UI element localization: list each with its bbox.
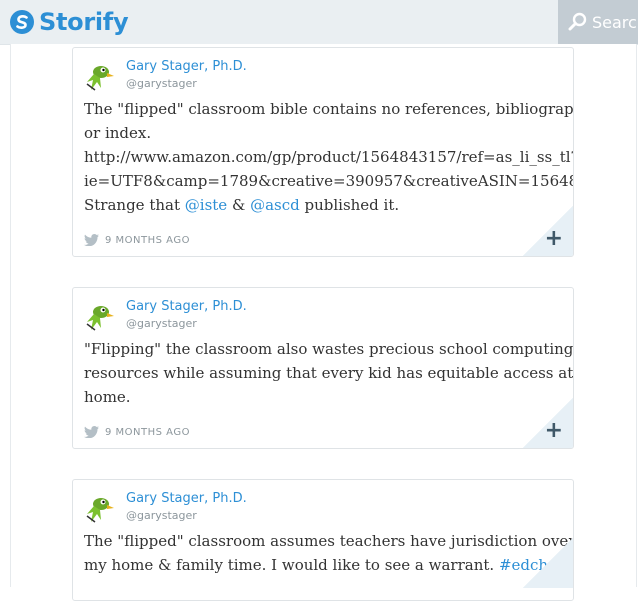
author-handle[interactable]: @garystager — [126, 317, 197, 330]
avatar[interactable] — [81, 492, 115, 526]
tweet-text-fragment: published it. — [299, 196, 400, 214]
mention-link[interactable]: @ascd — [250, 196, 300, 214]
search-label: Search — [592, 12, 638, 32]
storify-logo-icon — [10, 10, 34, 34]
logo-text: Storify — [39, 8, 129, 36]
timestamp[interactable]: 9 MONTHS AGO — [105, 235, 190, 246]
author-name[interactable]: Gary Stager, Ph.D. — [126, 299, 247, 314]
tweet-text: The "flipped" classroom bible contains n… — [84, 97, 574, 217]
author-name[interactable]: Gary Stager, Ph.D. — [126, 491, 247, 506]
tweet-text-line: or index. — [84, 124, 152, 142]
add-to-story-button[interactable]: + — [545, 420, 563, 442]
tweet-text-fragment: my home & family time. I would like to s… — [84, 556, 499, 574]
tweet-text-line: home. — [84, 388, 131, 406]
tweet-text-line: The "flipped" classroom bible contains n… — [84, 100, 574, 118]
tweet-text: "Flipping" the classroom also wastes pre… — [84, 337, 574, 409]
tweet-link-line[interactable]: ie=UTF8&camp=1789&creative=390957&creati… — [84, 169, 573, 193]
avatar[interactable] — [81, 300, 115, 334]
avatar[interactable] — [81, 60, 115, 94]
add-to-story-button[interactable]: + — [545, 228, 563, 250]
tweet-meta: 9 MONTHS AGO — [84, 426, 190, 438]
tweet-card: Gary Stager, Ph.D. @garystager The "flip… — [72, 479, 574, 601]
timestamp[interactable]: 9 MONTHS AGO — [105, 427, 190, 438]
tweet-text: The "flipped" classroom assumes teachers… — [84, 529, 574, 577]
author-name[interactable]: Gary Stager, Ph.D. — [126, 59, 247, 74]
author-handle[interactable]: @garystager — [126, 509, 197, 522]
top-bar: Storify Search — [0, 0, 638, 45]
storify-logo[interactable]: Storify — [9, 8, 129, 36]
tweet-text-fragment: Strange that — [84, 196, 185, 214]
add-corner[interactable] — [523, 538, 573, 588]
tweet-text-line: resources while assuming that every kid … — [84, 364, 574, 382]
twitter-bird-icon — [84, 426, 99, 438]
tweet-text-line: Strange that @iste & @ascd published it. — [84, 193, 573, 217]
tweet-card: Gary Stager, Ph.D. @garystager The "flip… — [72, 47, 574, 257]
tweet-card: Gary Stager, Ph.D. @garystager "Flipping… — [72, 287, 574, 449]
tweet-text-line: "Flipping" the classroom also wastes pre… — [84, 340, 574, 358]
tweet-meta: 9 MONTHS AGO — [84, 234, 190, 246]
mention-link[interactable]: @iste — [185, 196, 227, 214]
tweet-text-line: my home & family time. I would like to s… — [84, 553, 573, 577]
tweet-link-line[interactable]: http://www.amazon.com/gp/product/1564843… — [84, 145, 573, 169]
search-button[interactable]: Search — [558, 0, 638, 44]
search-icon — [568, 12, 587, 31]
tweet-text-fragment: & — [227, 196, 251, 214]
twitter-bird-icon — [84, 234, 99, 246]
author-handle[interactable]: @garystager — [126, 77, 197, 90]
tweet-text-line: The "flipped" classroom assumes teachers… — [84, 532, 574, 550]
